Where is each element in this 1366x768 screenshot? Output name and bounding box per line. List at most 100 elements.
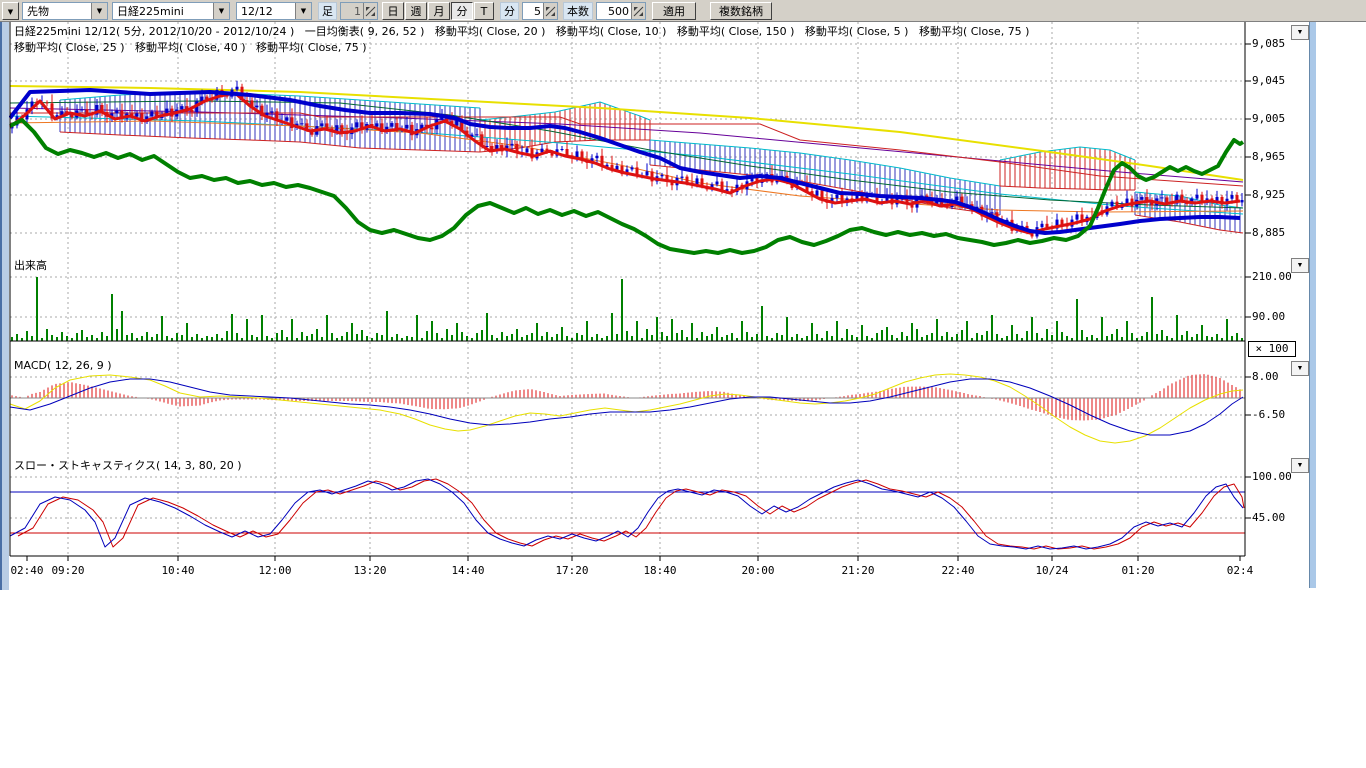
- candle-body: [1041, 224, 1044, 227]
- candle-body: [1111, 202, 1114, 207]
- candle-body: [321, 123, 324, 126]
- candle-body: [836, 195, 839, 198]
- period-daily-button[interactable]: 日: [382, 2, 404, 20]
- x-axis-label: 20:00: [741, 564, 774, 577]
- y-axis-label: 9,045: [1252, 74, 1285, 87]
- chart-menu-dropdown-button[interactable]: ▼: [2, 2, 19, 20]
- y-axis-label: 8,885: [1252, 226, 1285, 239]
- symbol-combobox[interactable]: 日経225mini ▼: [112, 2, 230, 20]
- candle-body: [356, 122, 359, 127]
- chart-header-line2: 移動平均( Close, 25 ) 移動平均( Close, 40 ) 移動平均…: [14, 39, 367, 55]
- x-axis-label: 21:20: [841, 564, 874, 577]
- contract-combobox[interactable]: 12/12 ▼: [236, 2, 312, 20]
- minute-value: 5: [523, 5, 543, 18]
- y-axis-label: 9,005: [1252, 112, 1285, 125]
- bar-interval-spinner[interactable]: 1: [340, 2, 378, 20]
- volume-pane-settings-dropdown[interactable]: ▼: [1291, 258, 1309, 273]
- x-axis-label: 12:00: [258, 564, 291, 577]
- x-axis-label: 17:20: [555, 564, 588, 577]
- candle-body: [406, 125, 409, 129]
- volume-multiplier-box: × 100: [1248, 341, 1296, 357]
- candle-body: [391, 123, 394, 127]
- x-axis-label: 10:40: [161, 564, 194, 577]
- y-axis-label: 90.00: [1252, 310, 1285, 323]
- candle-body: [716, 182, 719, 185]
- candle-body: [236, 87, 239, 90]
- macd-line: [10, 374, 1243, 443]
- chevron-down-icon[interactable]: ▼: [91, 3, 107, 19]
- period-weekly-button[interactable]: 週: [405, 2, 427, 20]
- candle-body: [816, 190, 819, 195]
- candle-body: [1231, 195, 1234, 199]
- period-minute-button[interactable]: 分: [451, 2, 473, 20]
- y-axis-label: 210.00: [1252, 270, 1292, 283]
- chart-canvas[interactable]: [0, 0, 1366, 600]
- candle-body: [646, 171, 649, 175]
- stoch-pane-settings-dropdown[interactable]: ▼: [1291, 458, 1309, 473]
- y-axis-label: 9,085: [1252, 37, 1285, 50]
- category-value: 先物: [23, 3, 91, 19]
- bar-count-label: 本数: [563, 2, 593, 20]
- candle-body: [376, 123, 379, 126]
- price-pane-settings-dropdown[interactable]: ▼: [1291, 25, 1309, 40]
- chart-header-line1: 日経225mini 12/12( 5分, 2012/10/20 - 2012/1…: [14, 23, 1029, 39]
- y-axis-label: 8,965: [1252, 150, 1285, 163]
- macd-pane-settings-dropdown[interactable]: ▼: [1291, 361, 1309, 376]
- candle-body: [116, 111, 119, 114]
- y-axis-label: 45.00: [1252, 511, 1285, 524]
- bar-count-spinner[interactable]: 500: [596, 2, 646, 20]
- candle-body: [271, 111, 274, 112]
- candle-body: [526, 148, 529, 152]
- spinner-updown-icon[interactable]: [363, 3, 377, 19]
- candle-body: [181, 106, 184, 109]
- candle-body: [431, 127, 434, 129]
- candle-body: [1076, 214, 1079, 219]
- candle-body: [991, 212, 994, 213]
- bar-type-label: 足: [318, 2, 337, 20]
- bar-count-value: 500: [597, 5, 631, 18]
- candle-body: [686, 177, 689, 183]
- app-window: { "toolbar": { "mini_dropdown": "▼", "co…: [0, 0, 1366, 768]
- candle-body: [46, 102, 49, 103]
- chevron-down-icon: ▼: [8, 8, 13, 16]
- chevron-down-icon[interactable]: ▼: [213, 3, 229, 19]
- category-combobox[interactable]: 先物 ▼: [22, 2, 108, 20]
- candle-body: [1141, 197, 1144, 200]
- candle-body: [301, 123, 304, 124]
- period-tick-button[interactable]: T: [474, 2, 494, 20]
- macd-signal: [10, 379, 1243, 435]
- minute-label: 分: [500, 2, 519, 20]
- candle-body: [956, 197, 959, 201]
- vertical-scrollbar[interactable]: [1309, 22, 1316, 588]
- candle-body: [286, 117, 289, 120]
- y-axis-label: 100.00: [1252, 470, 1292, 483]
- candle-body: [511, 144, 514, 146]
- candle-body: [1161, 197, 1164, 198]
- multi-symbol-button[interactable]: 複数銘柄: [710, 2, 772, 20]
- contract-value: 12/12: [237, 5, 295, 18]
- candle-body: [661, 175, 664, 176]
- apply-button[interactable]: 適用: [652, 2, 696, 20]
- minute-spinner[interactable]: 5: [522, 2, 558, 20]
- spinner-updown-icon[interactable]: [631, 3, 645, 19]
- period-monthly-button[interactable]: 月: [428, 2, 450, 20]
- y-axis-label: -6.50: [1252, 408, 1285, 421]
- bar-interval-value: 1: [341, 5, 363, 18]
- x-axis-label: 18:40: [643, 564, 676, 577]
- left-panel-strip: [0, 22, 9, 590]
- candle-body: [1241, 200, 1244, 202]
- candle-body: [566, 149, 569, 155]
- stochastics-pane-title: スロー・ストキャスティクス( 14, 3, 80, 20 ): [14, 457, 242, 473]
- x-axis-label: 09:20: [51, 564, 84, 577]
- candle-body: [256, 106, 259, 108]
- x-axis-label: 22:40: [941, 564, 974, 577]
- volume-pane-title: 出来高: [14, 257, 47, 273]
- stoch-d: [18, 479, 1244, 549]
- candle-body: [596, 156, 599, 158]
- x-axis-label: 02:40: [10, 564, 43, 577]
- chevron-down-icon[interactable]: ▼: [295, 3, 311, 19]
- x-axis-label: 14:40: [451, 564, 484, 577]
- candle-body: [81, 109, 84, 110]
- spinner-updown-icon[interactable]: [543, 3, 557, 19]
- candle-body: [151, 112, 154, 117]
